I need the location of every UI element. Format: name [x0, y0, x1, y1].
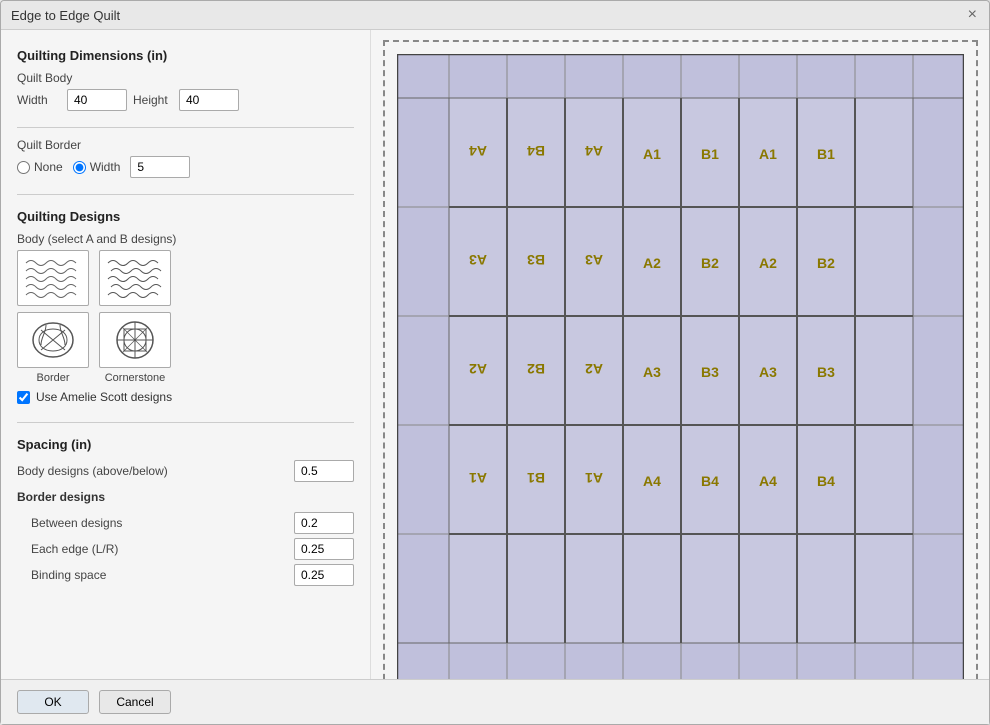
spacing-title: Spacing (in)	[17, 437, 354, 452]
none-option: None	[17, 160, 63, 174]
each-edge-row: Each edge (L/R)	[17, 538, 354, 560]
svg-text:A1: A1	[759, 146, 777, 162]
svg-text:B4: B4	[526, 143, 544, 159]
divider1	[17, 127, 354, 128]
quilt-svg: A4 B4 A4 A1 B1 A1 B1 A3 B3 A3 A2	[397, 54, 964, 679]
amelie-checkbox[interactable]	[17, 391, 30, 404]
quilting-dimensions-title: Quilting Dimensions (in)	[17, 48, 354, 63]
between-designs-input[interactable]	[294, 512, 354, 534]
svg-text:A3: A3	[584, 252, 602, 268]
each-edge-label: Each edge (L/R)	[31, 542, 288, 556]
binding-space-row: Binding space	[17, 564, 354, 586]
svg-text:B2: B2	[526, 361, 544, 377]
body-designs-spacing-row: Body designs (above/below)	[17, 460, 354, 482]
border-design-label: Border	[36, 372, 69, 384]
width-radio[interactable]	[73, 161, 86, 174]
width-option-label: Width	[90, 160, 121, 174]
amelie-checkbox-row: Use Amelie Scott designs	[17, 390, 354, 404]
design-b-thumb[interactable]	[99, 250, 171, 306]
svg-text:A2: A2	[584, 361, 602, 377]
between-designs-row: Between designs	[17, 512, 354, 534]
ok-button[interactable]: OK	[17, 690, 89, 714]
right-panel: A4 B4 A4 A1 B1 A1 B1 A3 B3 A3 A2	[371, 30, 989, 679]
border-cornerstone-grid: Border	[17, 312, 354, 384]
svg-text:B2: B2	[701, 255, 719, 271]
spacing-table: Body designs (above/below) Border design…	[17, 460, 354, 586]
binding-space-input[interactable]	[294, 564, 354, 586]
svg-text:B1: B1	[526, 470, 544, 486]
svg-text:A2: A2	[759, 255, 777, 271]
height-label: Height	[133, 93, 173, 107]
design-b-item	[99, 250, 171, 306]
body-designs-sublabel: Body (select A and B designs)	[17, 232, 354, 246]
button-row: OK Cancel	[1, 679, 989, 724]
height-input[interactable]	[179, 89, 239, 111]
svg-text:A4: A4	[468, 143, 486, 159]
border-designs-sublabel: Border designs	[17, 490, 354, 504]
width-input[interactable]	[67, 89, 127, 111]
border-width-input[interactable]	[130, 156, 190, 178]
title-bar: Edge to Edge Quilt ×	[1, 1, 989, 30]
svg-text:A3: A3	[468, 252, 486, 268]
svg-text:B4: B4	[701, 473, 719, 489]
none-option-label: None	[34, 160, 63, 174]
svg-text:A1: A1	[643, 146, 661, 162]
svg-text:B3: B3	[526, 252, 544, 268]
quilting-designs-title: Quilting Designs	[17, 209, 354, 224]
svg-text:A2: A2	[468, 361, 486, 377]
svg-text:A4: A4	[584, 143, 602, 159]
cornerstone-design-item: Cornerstone	[99, 312, 171, 384]
svg-text:A4: A4	[759, 473, 777, 489]
svg-text:B3: B3	[817, 364, 835, 380]
divider3	[17, 422, 354, 423]
svg-text:A1: A1	[584, 470, 602, 486]
dialog-title: Edge to Edge Quilt	[11, 8, 120, 23]
close-button[interactable]: ×	[966, 7, 979, 23]
svg-text:B3: B3	[701, 364, 719, 380]
svg-text:B1: B1	[701, 146, 719, 162]
width-option: Width	[73, 160, 121, 174]
svg-text:A3: A3	[759, 364, 777, 380]
binding-space-label: Binding space	[31, 568, 288, 582]
body-designs-spacing-input[interactable]	[294, 460, 354, 482]
svg-text:A3: A3	[643, 364, 661, 380]
svg-text:A4: A4	[643, 473, 661, 489]
border-design-item: Border	[17, 312, 89, 384]
svg-text:A2: A2	[643, 255, 661, 271]
svg-text:A1: A1	[468, 470, 486, 486]
left-panel: Quilting Dimensions (in) Quilt Body Widt…	[1, 30, 371, 679]
svg-text:B1: B1	[817, 146, 835, 162]
quilt-body-label: Quilt Body	[17, 71, 354, 85]
svg-text:B4: B4	[817, 473, 835, 489]
between-designs-label: Between designs	[31, 516, 288, 530]
design-a-thumb[interactable]	[17, 250, 89, 306]
cornerstone-design-thumb[interactable]	[99, 312, 171, 368]
divider2	[17, 194, 354, 195]
border-design-thumb[interactable]	[17, 312, 89, 368]
body-designs-spacing-label: Body designs (above/below)	[17, 464, 288, 478]
quilt-size-row: Width Height	[17, 89, 354, 111]
svg-text:B2: B2	[817, 255, 835, 271]
each-edge-input[interactable]	[294, 538, 354, 560]
design-thumbnails	[17, 250, 354, 306]
quilt-border-label: Quilt Border	[17, 138, 354, 152]
quilt-grid-area: A4 B4 A4 A1 B1 A1 B1 A3 B3 A3 A2	[397, 54, 964, 679]
border-options-row: None Width	[17, 156, 354, 178]
quilt-preview: A4 B4 A4 A1 B1 A1 B1 A3 B3 A3 A2	[383, 40, 978, 679]
design-a-item	[17, 250, 89, 306]
width-label: Width	[17, 93, 61, 107]
dialog-body: Quilting Dimensions (in) Quilt Body Widt…	[1, 30, 989, 679]
amelie-label: Use Amelie Scott designs	[36, 390, 172, 404]
cornerstone-design-label: Cornerstone	[105, 372, 166, 384]
none-radio[interactable]	[17, 161, 30, 174]
cancel-button[interactable]: Cancel	[99, 690, 171, 714]
edge-to-edge-quilt-dialog: Edge to Edge Quilt × Quilting Dimensions…	[0, 0, 990, 725]
